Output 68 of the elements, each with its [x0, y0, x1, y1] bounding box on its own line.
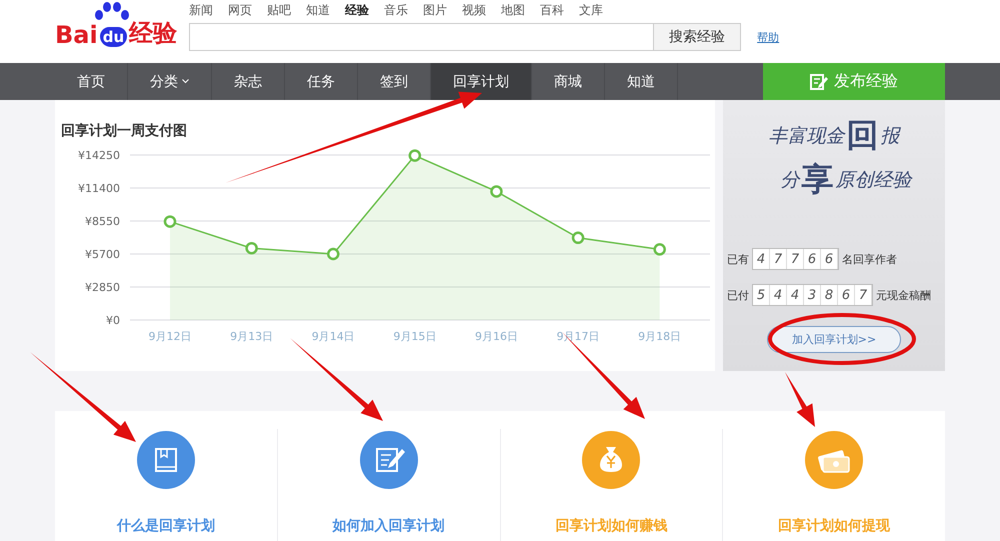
slogan-text: 分: [780, 168, 800, 193]
top-link[interactable]: 经验: [345, 2, 370, 19]
nav-tab[interactable]: 回享计划: [431, 63, 532, 100]
stat-label: 元现金稿酬: [876, 288, 931, 302]
paw-icon: [94, 1, 130, 23]
data-point: [245, 242, 258, 254]
notebook-pen-icon[interactable]: [360, 431, 418, 489]
logo-text: Bai: [55, 21, 98, 49]
x-tick-label: 9月18日: [638, 330, 682, 343]
digit-tile: 4: [753, 249, 770, 269]
y-tick-label: ¥5700: [85, 248, 120, 261]
data-point: [164, 215, 176, 228]
chart-title: 回享计划一周支付图: [60, 122, 188, 140]
digit-tile: 7: [770, 249, 787, 269]
y-tick-label: ¥0: [106, 314, 120, 327]
x-tick-label: 9月12日: [148, 330, 192, 343]
data-point: [653, 243, 666, 256]
join-button[interactable]: 加入回享计划>>: [766, 326, 902, 353]
digit-tile: 6: [838, 285, 855, 305]
data-point: [572, 232, 584, 244]
data-point: [326, 248, 340, 260]
digit-tile: 6: [804, 249, 821, 269]
data-point: [490, 185, 503, 198]
annotation-arrow: [785, 372, 815, 427]
slogan-text: 报: [880, 124, 900, 149]
top-link[interactable]: 视频: [462, 2, 486, 19]
search-field[interactable]: [189, 23, 654, 51]
top-link[interactable]: 文库: [579, 2, 604, 19]
digit-tile: 4: [770, 285, 787, 305]
data-point: [408, 149, 422, 162]
y-tick-label: ¥14250: [78, 149, 120, 162]
digit-tile: 3: [804, 285, 821, 305]
x-tick-label: 9月13日: [230, 330, 274, 343]
slogan-text: 原创经验: [836, 168, 912, 193]
digit-tile: 6: [821, 249, 838, 269]
y-tick-label: ¥11400: [78, 182, 120, 195]
top-link[interactable]: 贴吧: [267, 2, 292, 19]
digit-tile: 7: [787, 249, 804, 269]
top-link[interactable]: 知道: [306, 2, 330, 19]
slogan-text: 丰富现金: [768, 124, 844, 149]
digit-tile: 7: [855, 285, 872, 305]
y-tick-label: ¥8550: [85, 215, 120, 228]
book-icon[interactable]: [136, 431, 195, 489]
slogan-text: 回: [846, 115, 878, 156]
search-button[interactable]: 搜索经验: [654, 23, 742, 51]
y-tick-label: ¥2850: [85, 281, 120, 294]
digit-tile: 8: [821, 285, 838, 305]
logo-text: du: [100, 27, 128, 47]
top-link[interactable]: 网页: [228, 2, 252, 19]
top-link[interactable]: 地图: [501, 2, 526, 19]
stat-label: 已有: [727, 252, 749, 266]
x-tick-label: 9月14日: [312, 330, 355, 343]
top-link[interactable]: 图片: [423, 2, 448, 19]
digit-tile: 5: [753, 285, 770, 305]
cash-icon[interactable]: [805, 431, 864, 489]
top-link[interactable]: 音乐: [384, 2, 408, 19]
stat-label: 名回享作者: [842, 252, 897, 266]
digit-tile: 4: [787, 285, 804, 305]
x-tick-label: 9月16日: [474, 330, 518, 343]
edit-icon: [810, 72, 828, 90]
x-tick-label: 9月15日: [393, 330, 436, 343]
slogan-text: 享: [802, 159, 834, 200]
top-link[interactable]: 新闻: [189, 2, 214, 19]
top-link[interactable]: 百科: [540, 2, 564, 19]
money-bag-icon[interactable]: [582, 431, 640, 489]
stat-label: 已付: [727, 288, 749, 302]
logo-text: 经验: [129, 18, 178, 49]
help-link[interactable]: 帮助: [757, 30, 780, 44]
